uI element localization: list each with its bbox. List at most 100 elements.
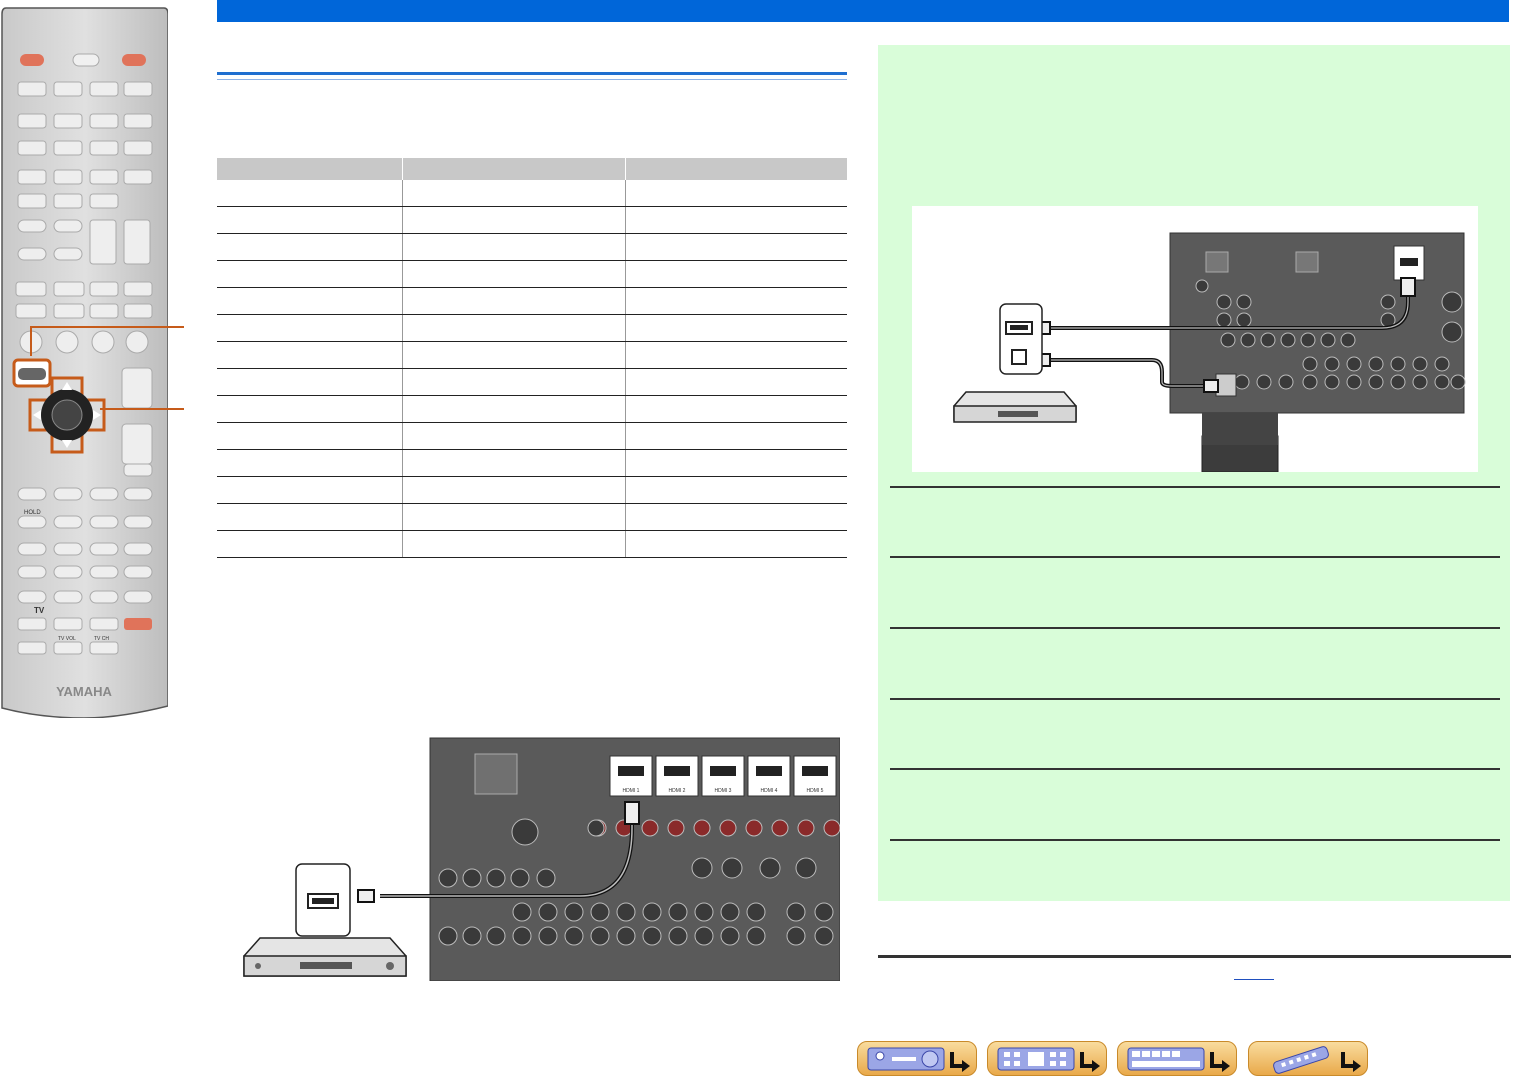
- page-reference-link[interactable]: [1234, 966, 1274, 980]
- table-cell: [625, 395, 847, 423]
- table-row: [217, 233, 847, 261]
- table-cell: [625, 206, 847, 234]
- table-cell: [217, 368, 403, 396]
- table-cell: [625, 422, 847, 450]
- hold-label: HOLD: [24, 510, 41, 516]
- table-row: [217, 449, 847, 477]
- table-row: [217, 314, 847, 342]
- table-cell: [402, 503, 626, 531]
- panel-divider: [890, 698, 1500, 700]
- table-cell: [217, 341, 403, 369]
- table-cell: [402, 368, 626, 396]
- table-cell: [625, 530, 847, 558]
- panel-divider: [890, 627, 1500, 629]
- hdmi-port-label: HDMI 4: [761, 788, 778, 794]
- nav-display-button[interactable]: [1117, 1041, 1237, 1076]
- table-cell: [217, 422, 403, 450]
- table-row: [217, 530, 847, 558]
- table-cell: [217, 260, 403, 288]
- remote-brand: YAMAHA: [56, 684, 112, 699]
- table-cell: [625, 180, 847, 207]
- remote-icon: [1273, 1046, 1329, 1074]
- remote-control-illustration: HOLD TV TV VOL TV CH YAMAHA: [0, 6, 169, 719]
- hdmi-connection-diagram: HDMI 1 HDMI 2 HDMI 3 HDMI 4 HDMI 5: [240, 736, 841, 982]
- display-icon: [1127, 1047, 1205, 1071]
- table-cell: [217, 476, 403, 504]
- table-cell: [625, 233, 847, 261]
- table-cell: [625, 368, 847, 396]
- footer-rule: [878, 955, 1511, 958]
- panel-divider: [890, 768, 1500, 770]
- table-cell: [625, 476, 847, 504]
- hdmi-socket: [756, 766, 782, 776]
- tv-vol-label: TV VOL: [58, 636, 76, 642]
- table-row: [217, 395, 847, 423]
- callout-line-1-drop: [30, 326, 32, 356]
- table-cell: [625, 341, 847, 369]
- table-cell: [402, 422, 626, 450]
- section-heading-rule: [217, 72, 847, 75]
- table-row: [217, 422, 847, 450]
- table-cell: [625, 503, 847, 531]
- hdmi-socket: [618, 766, 644, 776]
- table-cell: [217, 314, 403, 342]
- table-cell: [625, 287, 847, 315]
- callout-line-1: [30, 326, 184, 328]
- table-cell: [217, 395, 403, 423]
- table-cell: [625, 314, 847, 342]
- panel-divider: [890, 839, 1500, 841]
- table-header-cell: [625, 158, 847, 180]
- panel-divider: [890, 556, 1500, 558]
- table-cell: [402, 260, 626, 288]
- section-heading-subrule: [217, 79, 847, 80]
- table-row: [217, 476, 847, 504]
- rear-panel-icon: [997, 1047, 1075, 1071]
- hdmi-socket: [710, 766, 736, 776]
- table-cell: [402, 341, 626, 369]
- hdmi-port-label: HDMI 5: [807, 788, 824, 794]
- table-cell: [625, 260, 847, 288]
- table-row: [217, 206, 847, 234]
- table-header-cell: [217, 158, 403, 180]
- tv-label: TV: [34, 606, 45, 615]
- nav-rear-panel-button[interactable]: [987, 1041, 1107, 1076]
- table-row: [217, 368, 847, 396]
- table-cell: [402, 206, 626, 234]
- table-row: [217, 180, 847, 207]
- table-header-cell: [402, 158, 626, 180]
- header-bar: [217, 0, 1509, 22]
- table-row: [217, 287, 847, 315]
- tv-ch-label: TV CH: [94, 636, 109, 642]
- table-cell: [625, 449, 847, 477]
- front-panel-icon: [867, 1047, 945, 1071]
- nav-front-panel-button[interactable]: [857, 1041, 977, 1076]
- table-row: [217, 341, 847, 369]
- optical-hdmi-connection-diagram: [912, 206, 1478, 473]
- hdmi-socket: [664, 766, 690, 776]
- table-cell: [217, 503, 403, 531]
- table-cell: [217, 233, 403, 261]
- hdmi-port-label: HDMI 3: [715, 788, 732, 794]
- panel-divider: [890, 486, 1500, 488]
- table-header-row: [217, 158, 847, 180]
- nav-remote-button[interactable]: [1248, 1041, 1368, 1076]
- table-cell: [217, 530, 403, 558]
- info-panel: [878, 45, 1510, 901]
- table-cell: [402, 180, 626, 207]
- input-table: [217, 158, 847, 558]
- table-cell: [402, 395, 626, 423]
- table-cell: [402, 233, 626, 261]
- hdmi-port-label: HDMI 1: [623, 788, 640, 794]
- callout-line-2: [100, 408, 184, 410]
- table-cell: [217, 287, 403, 315]
- hdmi-socket: [802, 766, 828, 776]
- table-cell: [402, 530, 626, 558]
- hdmi-port-label: HDMI 2: [669, 788, 686, 794]
- table-cell: [217, 449, 403, 477]
- table-cell: [402, 449, 626, 477]
- table-cell: [217, 180, 403, 207]
- table-cell: [217, 206, 403, 234]
- table-cell: [402, 287, 626, 315]
- table-row: [217, 503, 847, 531]
- table-cell: [402, 476, 626, 504]
